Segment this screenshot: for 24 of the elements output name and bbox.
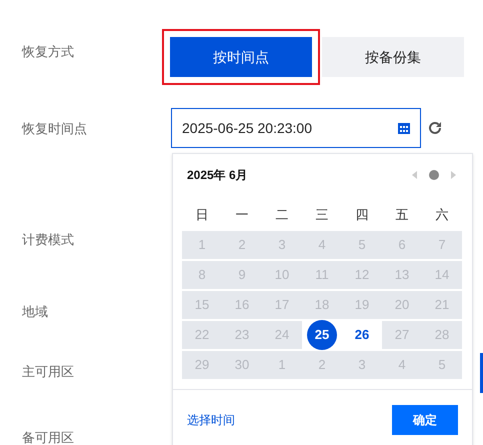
selected-date[interactable]: 25 [307, 320, 337, 350]
restore-mode-tab[interactable]: 按时间点 [170, 37, 312, 77]
form-label: 地域 [22, 304, 48, 319]
form-label: 备可用区 [22, 430, 74, 445]
select-time-link[interactable]: 选择时间 [187, 410, 235, 428]
form-label: 恢复方式 [22, 44, 74, 59]
month-title: 2025年 6月 [187, 167, 248, 184]
calendar-icon [398, 122, 410, 134]
weekday-label: 二 [274, 206, 290, 224]
weekday-label: 日 [194, 206, 210, 224]
today-dot-icon[interactable] [429, 170, 439, 180]
side-tab-edge [480, 353, 483, 393]
weekday-label: 四 [354, 206, 370, 224]
weekday-label: 六 [434, 206, 450, 224]
weekday-label: 五 [394, 206, 410, 224]
form-label: 恢复时间点 [22, 121, 87, 136]
restore-mode-tab[interactable]: 按备份集 [322, 37, 464, 77]
refresh-icon[interactable] [427, 120, 443, 136]
weekday-label: 三 [314, 206, 330, 224]
form-label: 主可用区 [22, 364, 74, 379]
confirm-button[interactable]: 确定 [392, 404, 458, 434]
date-time-field[interactable]: 2025-06-25 20:23:00 [171, 108, 421, 148]
weekday-label: 一 [234, 206, 250, 224]
form-label: 计费模式 [22, 232, 74, 247]
